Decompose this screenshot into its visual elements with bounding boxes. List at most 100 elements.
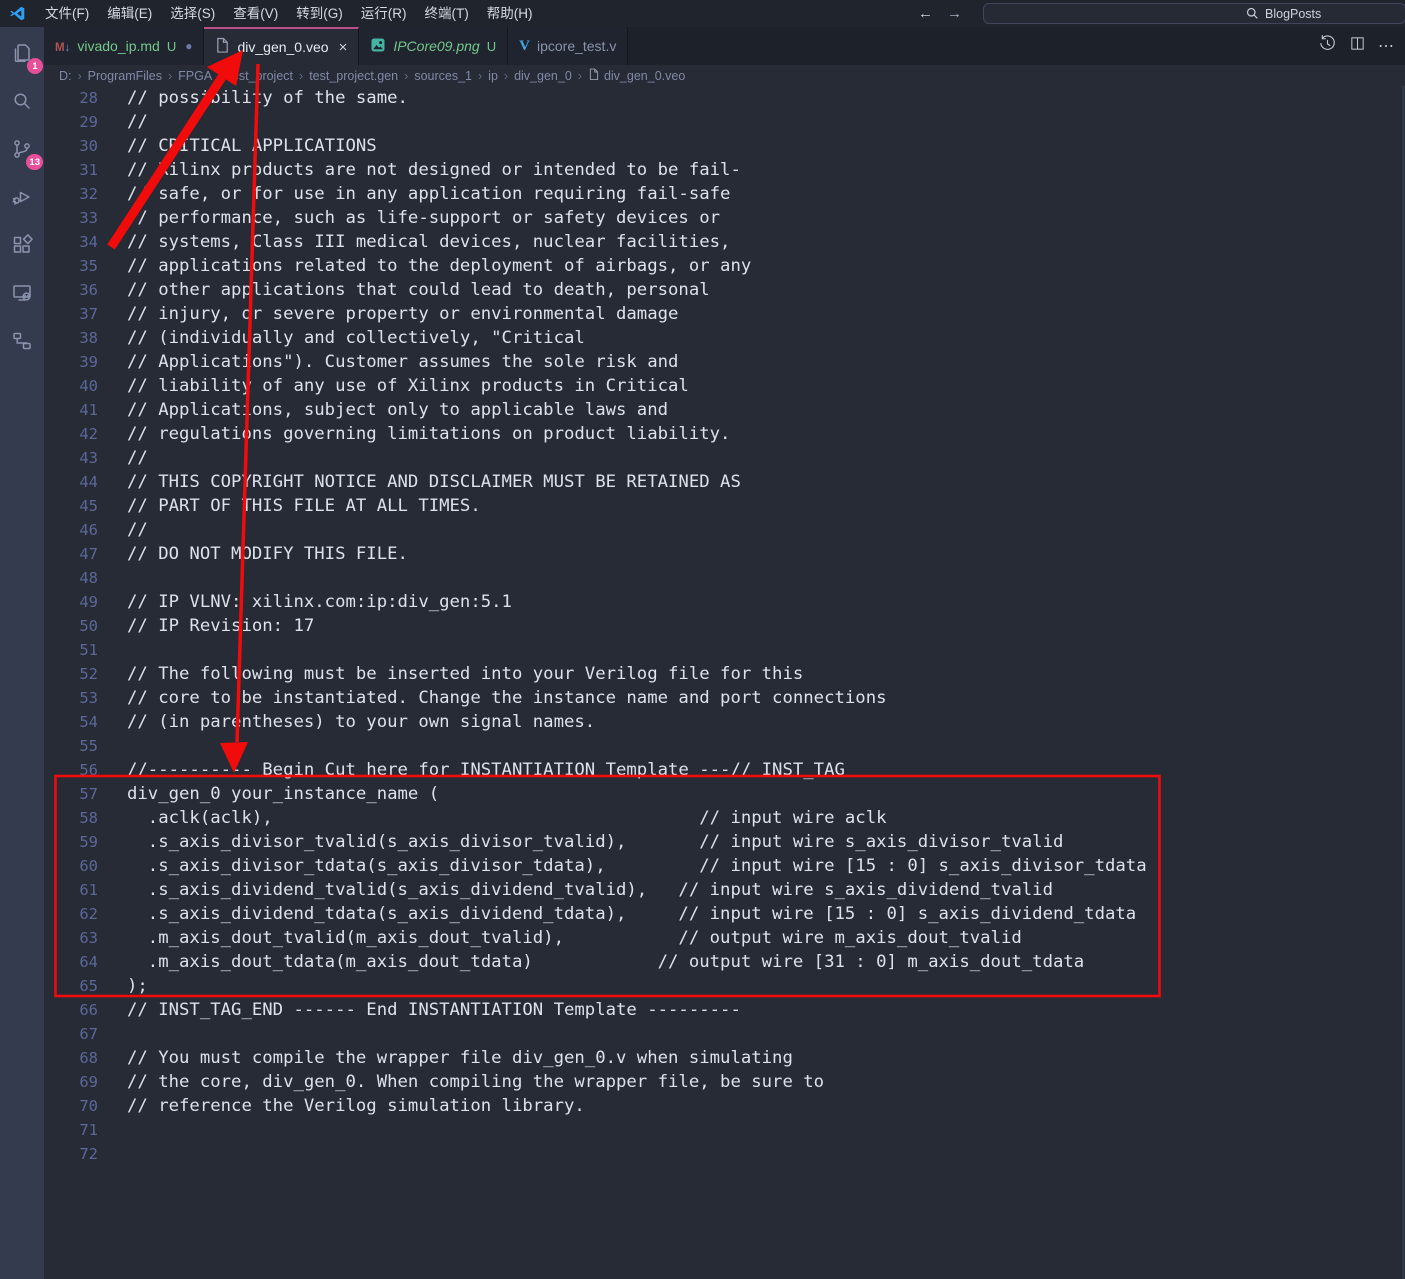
- breadcrumb-item[interactable]: div_gen_0: [514, 69, 572, 83]
- code-line-37[interactable]: 37// injury, or severe property or envir…: [44, 302, 1405, 326]
- menu-item-7[interactable]: 帮助(H): [478, 0, 542, 27]
- tab-IPCore09.png[interactable]: IPCore09.pngU: [359, 27, 508, 65]
- code-line-55[interactable]: 55: [44, 734, 1405, 758]
- menu-item-3[interactable]: 查看(V): [224, 0, 287, 27]
- line-number: 32: [44, 182, 98, 206]
- code-line-44[interactable]: 44// THIS COPYRIGHT NOTICE AND DISCLAIME…: [44, 470, 1405, 494]
- split-editor-icon[interactable]: [1349, 35, 1366, 57]
- code-line-29[interactable]: 29//: [44, 110, 1405, 134]
- tab-ipcore_test.v[interactable]: Vipcore_test.v: [508, 27, 628, 65]
- back-arrow-icon[interactable]: ←: [918, 5, 933, 22]
- menu-item-2[interactable]: 选择(S): [161, 0, 224, 27]
- breadcrumb-item[interactable]: D:: [59, 69, 72, 83]
- code-editor[interactable]: 28// possibility of the same.29//30// CR…: [44, 86, 1405, 1279]
- menu-item-4[interactable]: 转到(G): [287, 0, 352, 27]
- code-line-52[interactable]: 52// The following must be inserted into…: [44, 662, 1405, 686]
- code-line-28[interactable]: 28// possibility of the same.: [44, 86, 1405, 110]
- code-line-54[interactable]: 54// (in parentheses) to your own signal…: [44, 710, 1405, 734]
- code-line-61[interactable]: 61 .s_axis_dividend_tvalid(s_axis_divide…: [44, 878, 1405, 902]
- code-line-62[interactable]: 62 .s_axis_dividend_tdata(s_axis_dividen…: [44, 902, 1405, 926]
- code-line-51[interactable]: 51: [44, 638, 1405, 662]
- code-line-36[interactable]: 36// other applications that could lead …: [44, 278, 1405, 302]
- breadcrumb-item[interactable]: ip: [488, 69, 498, 83]
- code-line-70[interactable]: 70// reference the Verilog simulation li…: [44, 1094, 1405, 1118]
- code-line-56[interactable]: 56//---------- Begin Cut here for INSTAN…: [44, 758, 1405, 782]
- code-line-53[interactable]: 53// core to be instantiated. Change the…: [44, 686, 1405, 710]
- code-line-33[interactable]: 33// performance, such as life-support o…: [44, 206, 1405, 230]
- code-line-32[interactable]: 32// safe, or for use in any application…: [44, 182, 1405, 206]
- chevron-right-icon: ›: [578, 69, 582, 83]
- code-line-66[interactable]: 66// INST_TAG_END ------ End INSTANTIATI…: [44, 998, 1405, 1022]
- forward-arrow-icon[interactable]: →: [947, 5, 962, 22]
- code-line-46[interactable]: 46//: [44, 518, 1405, 542]
- breadcrumb-item[interactable]: FPGA: [178, 69, 212, 83]
- breadcrumb: D:›ProgramFiles›FPGA›test_project›test_p…: [44, 65, 1405, 86]
- line-number: 28: [44, 86, 98, 110]
- line-number: 69: [44, 1070, 98, 1094]
- code-line-38[interactable]: 38// (individually and collectively, "Cr…: [44, 326, 1405, 350]
- breadcrumb-item[interactable]: sources_1: [414, 69, 472, 83]
- code-line-58[interactable]: 58 .aclk(aclk), // input wire aclk: [44, 806, 1405, 830]
- code-line-72[interactable]: 72: [44, 1142, 1405, 1166]
- modified-dot-icon[interactable]: ●: [185, 39, 192, 53]
- code-line-41[interactable]: 41// Applications, subject only to appli…: [44, 398, 1405, 422]
- code-line-59[interactable]: 59 .s_axis_divisor_tvalid(s_axis_divisor…: [44, 830, 1405, 854]
- code-line-67[interactable]: 67: [44, 1022, 1405, 1046]
- code-line-42[interactable]: 42// regulations governing limitations o…: [44, 422, 1405, 446]
- code-line-69[interactable]: 69// the core, div_gen_0. When compiling…: [44, 1070, 1405, 1094]
- activity-item-explorer[interactable]: 1: [6, 39, 38, 71]
- code-line-35[interactable]: 35// applications related to the deploym…: [44, 254, 1405, 278]
- code-line-43[interactable]: 43//: [44, 446, 1405, 470]
- code-text: .s_axis_divisor_tvalid(s_axis_divisor_tv…: [98, 830, 1063, 854]
- history-icon[interactable]: [1318, 34, 1337, 58]
- activity-item-run-debug[interactable]: [6, 183, 38, 215]
- activity-item-source-control[interactable]: 13: [6, 135, 38, 167]
- code-text: // performance, such as life-support or …: [98, 206, 720, 230]
- activity-item-extensions[interactable]: [6, 231, 38, 263]
- code-line-34[interactable]: 34// systems, Class III medical devices,…: [44, 230, 1405, 254]
- line-number: 55: [44, 734, 98, 758]
- code-line-50[interactable]: 50// IP Revision: 17: [44, 614, 1405, 638]
- menu-bar: 文件(F)编辑(E)选择(S)查看(V)转到(G)运行(R)终端(T)帮助(H): [36, 0, 542, 27]
- menu-item-1[interactable]: 编辑(E): [98, 0, 161, 27]
- line-number: 37: [44, 302, 98, 326]
- code-text: // THIS COPYRIGHT NOTICE AND DISCLAIMER …: [98, 470, 741, 494]
- code-text: // (individually and collectively, "Crit…: [98, 326, 585, 350]
- menu-item-6[interactable]: 终端(T): [416, 0, 478, 27]
- code-line-49[interactable]: 49// IP VLNV: xilinx.com:ip:div_gen:5.1: [44, 590, 1405, 614]
- command-center-search[interactable]: BlogPosts: [983, 3, 1405, 24]
- code-line-57[interactable]: 57div_gen_0 your_instance_name (: [44, 782, 1405, 806]
- code-line-71[interactable]: 71: [44, 1118, 1405, 1142]
- code-line-47[interactable]: 47// DO NOT MODIFY THIS FILE.: [44, 542, 1405, 566]
- close-icon[interactable]: ×: [339, 40, 348, 55]
- code-line-60[interactable]: 60 .s_axis_divisor_tdata(s_axis_divisor_…: [44, 854, 1405, 878]
- code-line-65[interactable]: 65);: [44, 974, 1405, 998]
- activity-item-hierarchy[interactable]: [6, 327, 38, 359]
- tab-div_gen_0.veo[interactable]: div_gen_0.veo×: [204, 27, 359, 65]
- code-line-31[interactable]: 31// Xilinx products are not designed or…: [44, 158, 1405, 182]
- menu-item-5[interactable]: 运行(R): [352, 0, 416, 27]
- editor-actions: ⋯: [1318, 27, 1405, 65]
- ellipsis-icon[interactable]: ⋯: [1378, 36, 1395, 56]
- line-number: 38: [44, 326, 98, 350]
- code-line-40[interactable]: 40// liability of any use of Xilinx prod…: [44, 374, 1405, 398]
- code-line-48[interactable]: 48: [44, 566, 1405, 590]
- code-line-63[interactable]: 63 .m_axis_dout_tvalid(m_axis_dout_tvali…: [44, 926, 1405, 950]
- line-number: 68: [44, 1046, 98, 1070]
- tab-vivado_ip.md[interactable]: M↓vivado_ip.mdU●: [44, 27, 204, 65]
- code-line-45[interactable]: 45// PART OF THIS FILE AT ALL TIMES.: [44, 494, 1405, 518]
- chevron-right-icon: ›: [504, 69, 508, 83]
- breadcrumb-item-file[interactable]: div_gen_0.veo: [588, 68, 685, 84]
- breadcrumb-item[interactable]: ProgramFiles: [88, 69, 162, 83]
- activity-item-search[interactable]: [6, 87, 38, 119]
- breadcrumb-item[interactable]: test_project.gen: [309, 69, 398, 83]
- code-line-39[interactable]: 39// Applications"). Customer assumes th…: [44, 350, 1405, 374]
- line-number: 58: [44, 806, 98, 830]
- line-number: 71: [44, 1118, 98, 1142]
- breadcrumb-item[interactable]: test_project: [228, 69, 293, 83]
- code-line-64[interactable]: 64 .m_axis_dout_tdata(m_axis_dout_tdata)…: [44, 950, 1405, 974]
- menu-item-0[interactable]: 文件(F): [36, 0, 98, 27]
- activity-item-remote-explorer[interactable]: [6, 279, 38, 311]
- code-line-30[interactable]: 30// CRITICAL APPLICATIONS: [44, 134, 1405, 158]
- code-line-68[interactable]: 68// You must compile the wrapper file d…: [44, 1046, 1405, 1070]
